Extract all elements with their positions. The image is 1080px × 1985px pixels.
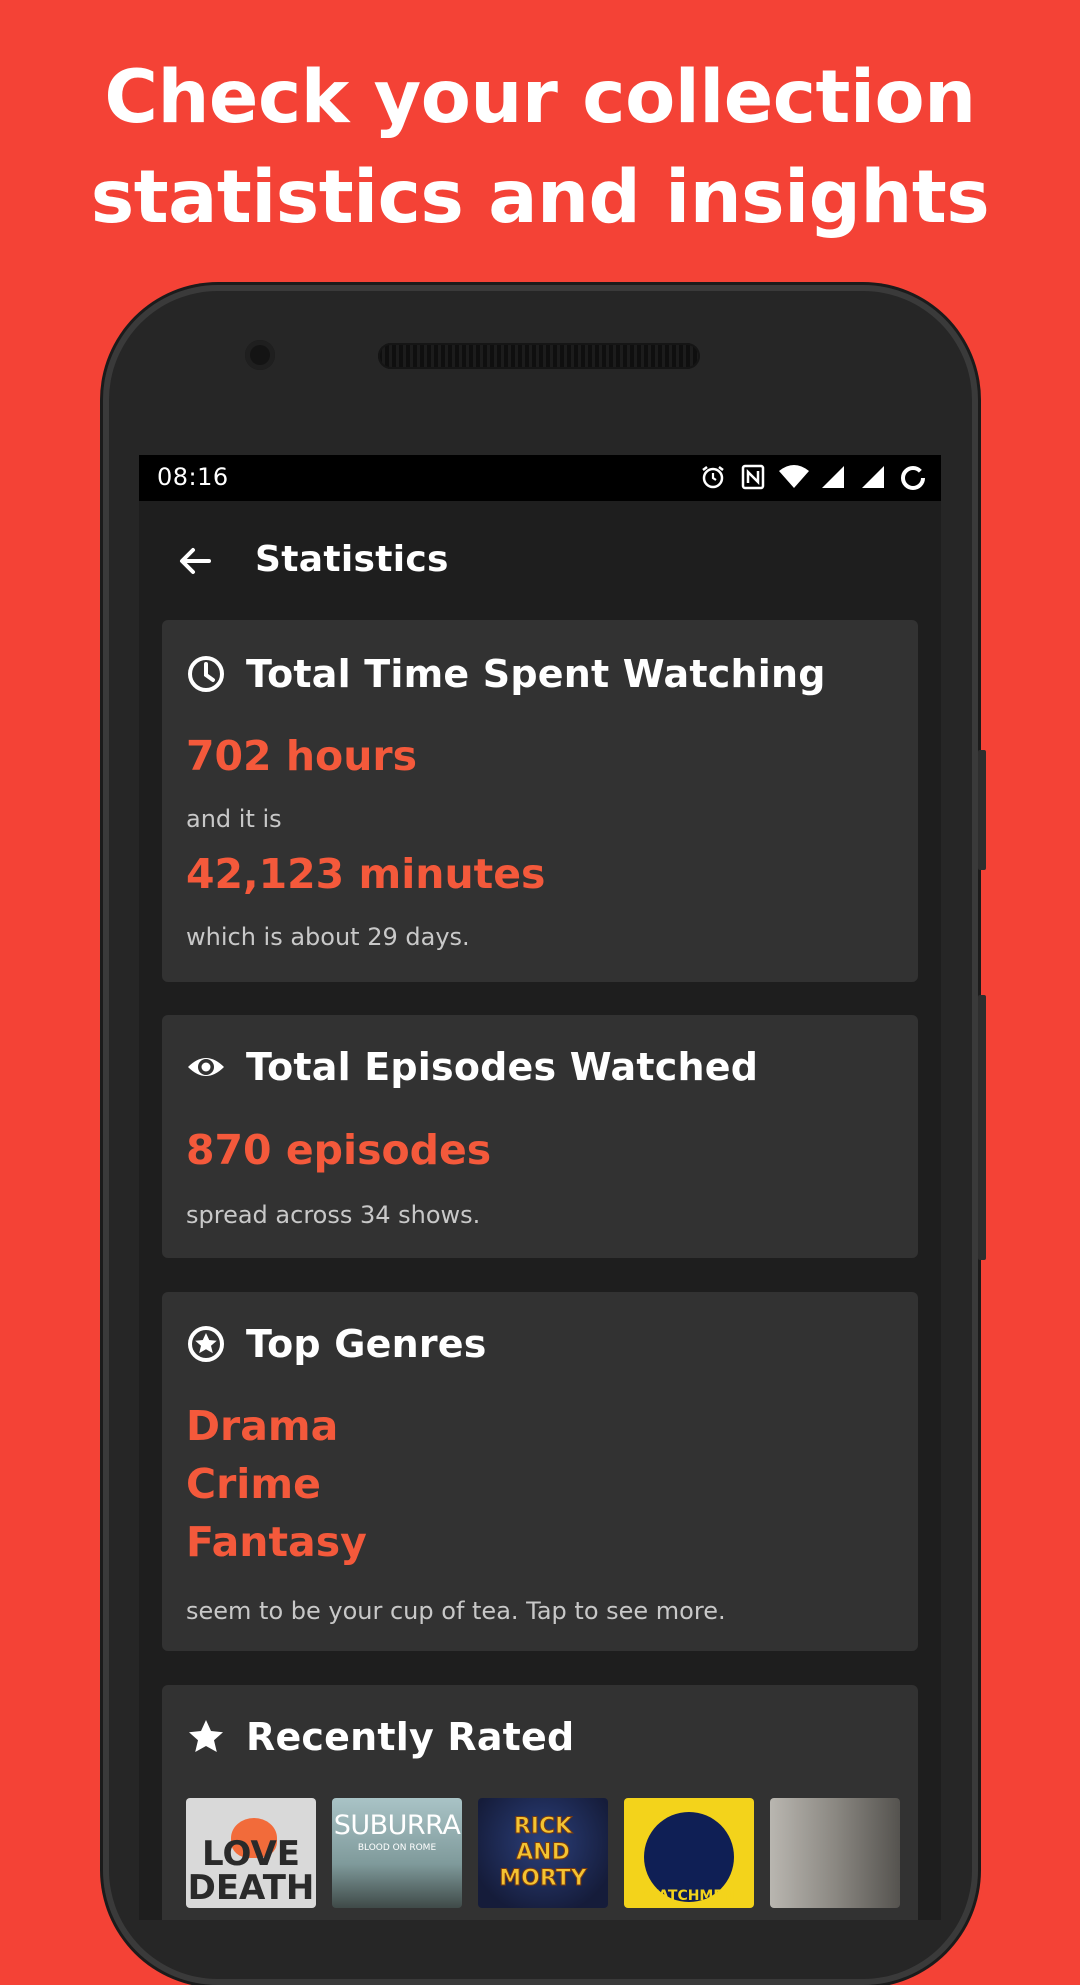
wifi-icon [779, 464, 809, 492]
app-toolbar: Statistics [139, 501, 941, 619]
poster-subtitle: BLOOD ON ROME [357, 1843, 437, 1853]
card-header: Total Episodes Watched [186, 1045, 758, 1089]
poster-thumbnail[interactable] [770, 1798, 900, 1908]
status-time: 08:16 [157, 463, 229, 491]
front-camera [245, 340, 275, 370]
connector-text: and it is [186, 805, 282, 833]
star-icon [189, 1720, 223, 1752]
status-bar: 08:16 [139, 455, 941, 501]
poster-title: RICK AND MORTY [499, 1814, 587, 1892]
poster-thumbnail[interactable]: WATCHMEN [624, 1798, 754, 1908]
minutes-value: 42,123 minutes [186, 850, 546, 898]
shows-note: spread across 34 shows. [186, 1201, 481, 1229]
days-note: which is about 29 days. [186, 923, 470, 951]
headline-line-2: statistics and insights [90, 155, 990, 240]
card-header: Recently Rated [186, 1715, 574, 1759]
signal-icon [819, 464, 847, 492]
page-title: Statistics [255, 539, 449, 580]
card-header: Top Genres [186, 1322, 487, 1366]
genres-note: seem to be your cup of tea. Tap to see m… [186, 1597, 726, 1625]
hours-value: 702 hours [186, 732, 418, 780]
total-time-card[interactable]: Total Time Spent Watching 702 hours and … [162, 620, 918, 982]
nfc-icon [739, 464, 767, 492]
total-episodes-card[interactable]: Total Episodes Watched 870 episodes spre… [162, 1015, 918, 1258]
poster-title: WATCHMEN [643, 1888, 735, 1904]
alarm-icon [699, 464, 727, 492]
poster-thumbnail[interactable]: LOVE DEATH [186, 1798, 316, 1908]
promo-headline: Check your collection statistics and ins… [0, 48, 1080, 248]
poster-title: LOVE DEATH [187, 1834, 315, 1908]
battery-saver-icon [899, 464, 927, 492]
card-title: Total Episodes Watched [246, 1045, 759, 1089]
card-title: Total Time Spent Watching [246, 652, 826, 696]
card-title: Recently Rated [246, 1715, 575, 1759]
poster-thumbnail[interactable]: SUBURRA BLOOD ON ROME [332, 1798, 462, 1908]
headline-line-1: Check your collection [104, 55, 976, 140]
star-circle-icon [188, 1326, 224, 1362]
episodes-value: 870 episodes [186, 1126, 492, 1174]
recently-rated-card[interactable]: Recently Rated LOVE DEATH SUBURRA BLOOD … [162, 1685, 918, 1920]
status-icons [699, 464, 927, 492]
card-header: Total Time Spent Watching [186, 652, 826, 696]
poster-thumbnail[interactable]: RICK AND MORTY [478, 1798, 608, 1908]
card-title: Top Genres [246, 1322, 487, 1366]
poster-title: SUBURRA [333, 1810, 461, 1841]
arrow-back-icon[interactable] [173, 539, 217, 583]
app-screen: 08:16 Statistics Total Time Spent Watchi… [139, 455, 941, 1920]
genre-item: Fantasy [186, 1518, 367, 1566]
power-button [978, 750, 986, 870]
poster-row: LOVE DEATH SUBURRA BLOOD ON ROME RICK AN… [186, 1798, 900, 1908]
earpiece-speaker [378, 343, 700, 369]
genre-item: Crime [186, 1460, 321, 1508]
signal-icon [859, 464, 887, 492]
eye-icon [188, 1058, 224, 1076]
volume-button [978, 995, 986, 1260]
genre-item: Drama [186, 1402, 339, 1450]
clock-icon [188, 656, 224, 692]
top-genres-card[interactable]: Top Genres Drama Crime Fantasy seem to b… [162, 1292, 918, 1651]
